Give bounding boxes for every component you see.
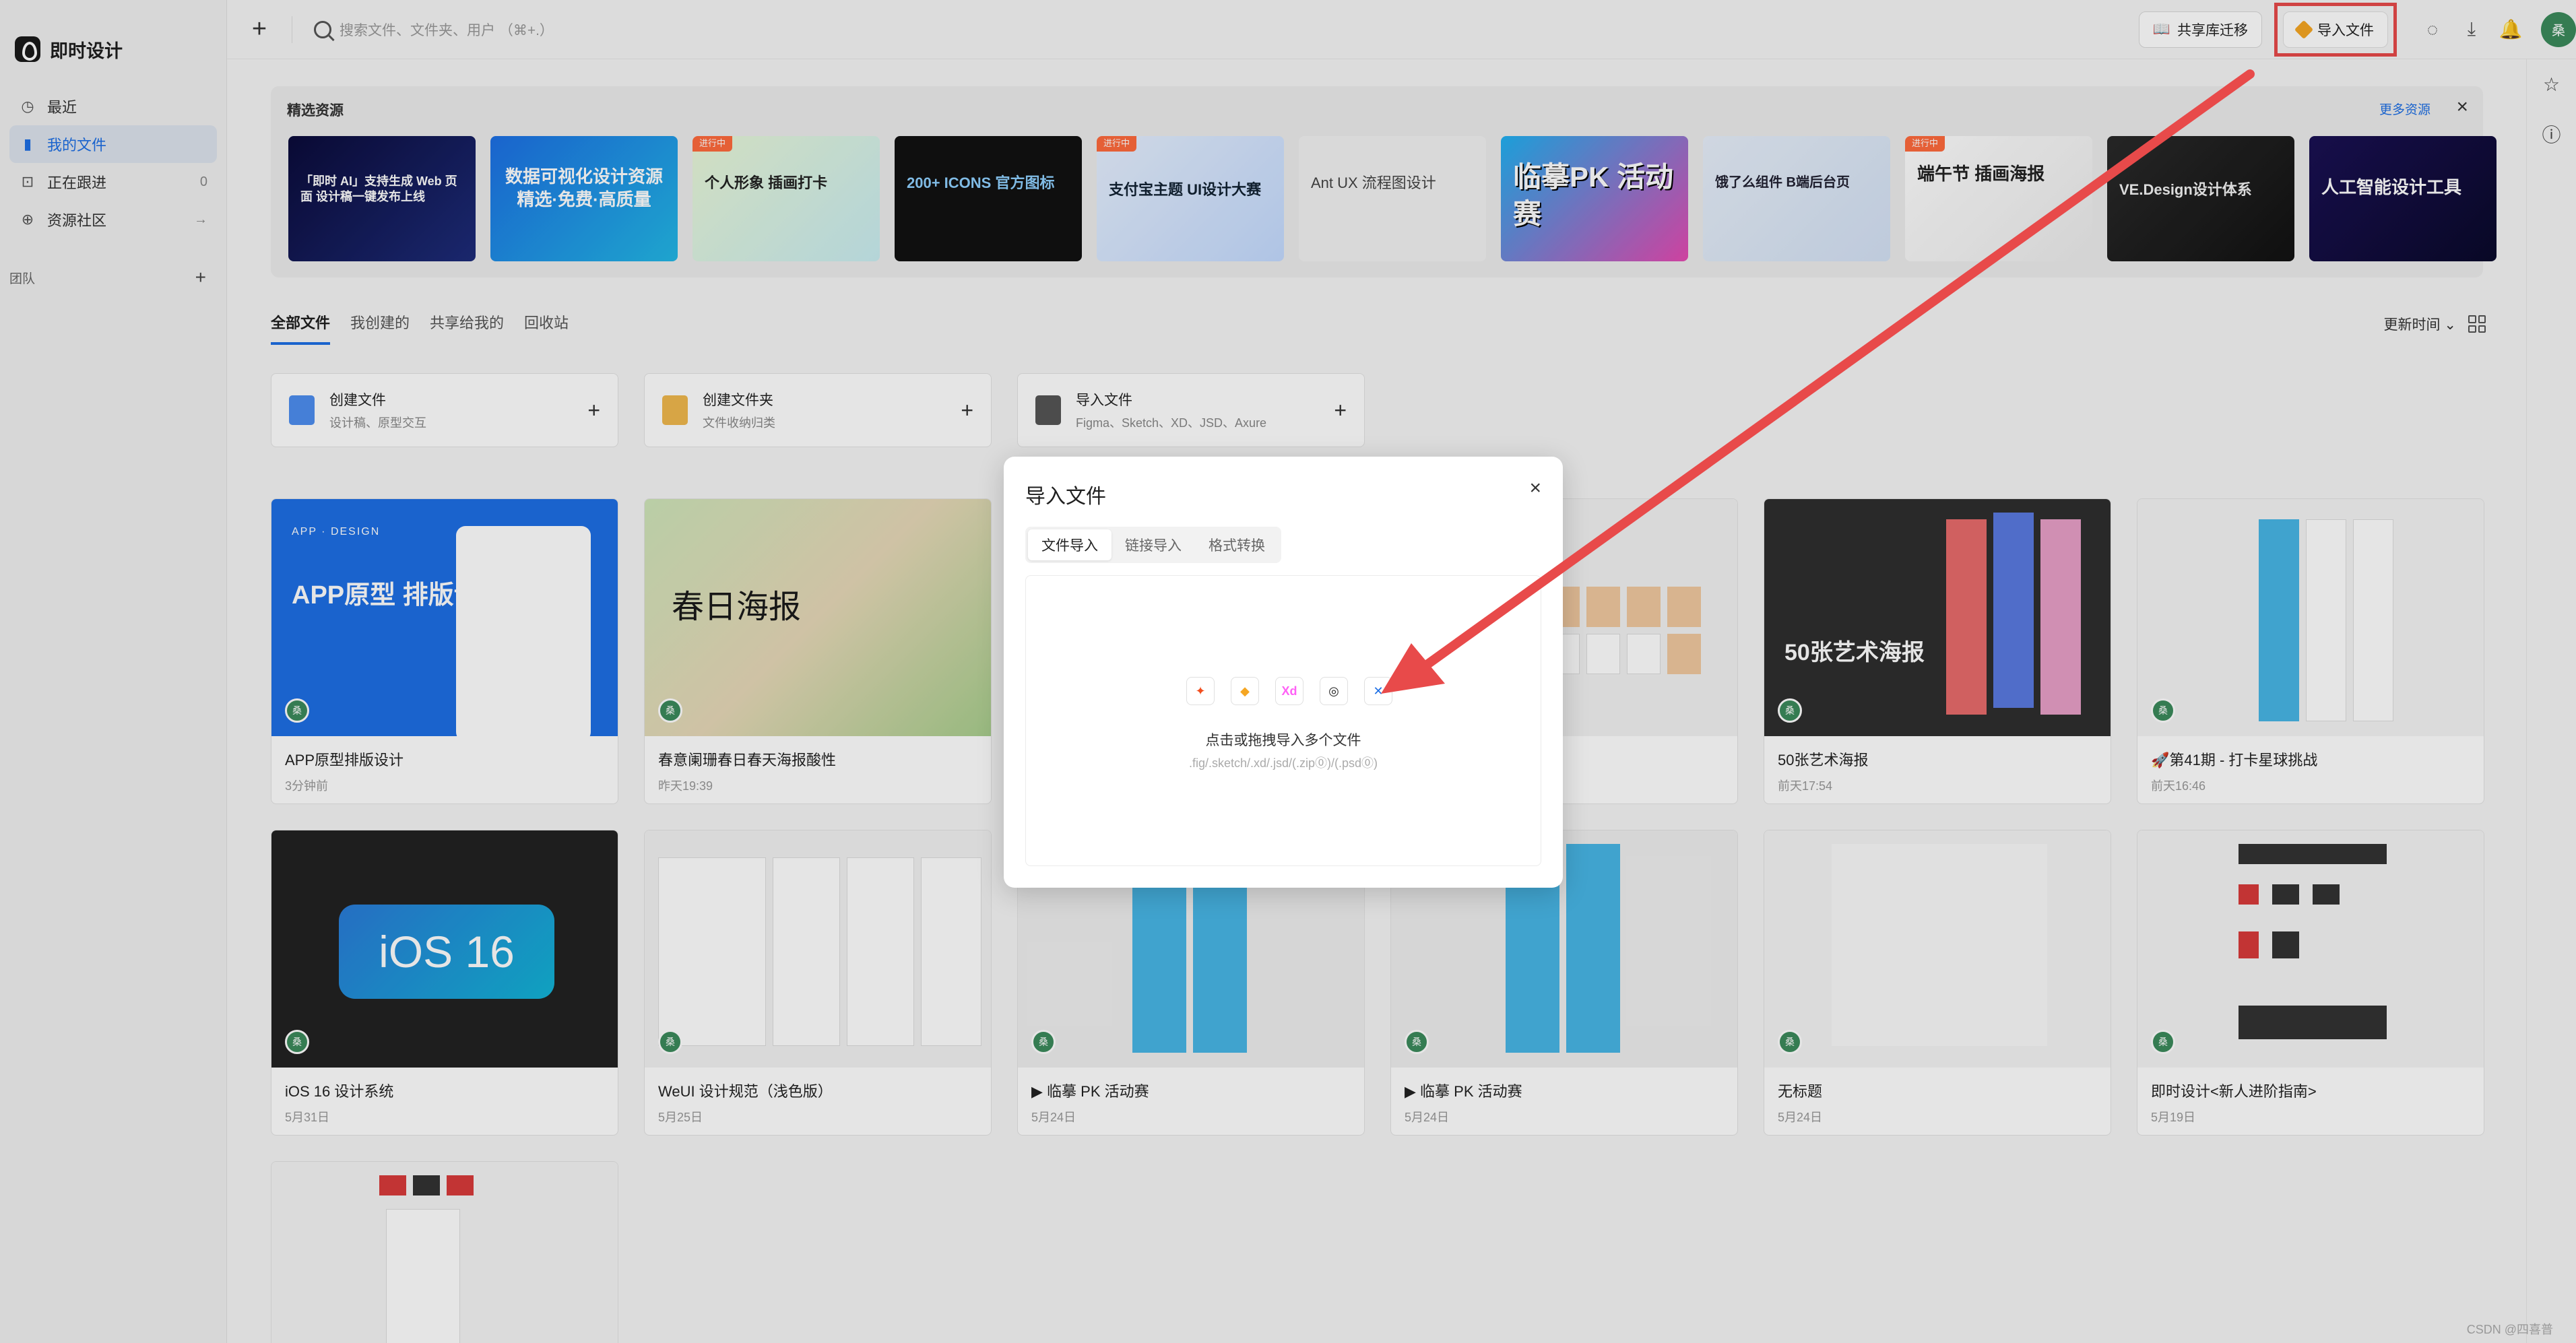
tab-file-import[interactable]: 文件导入 — [1028, 529, 1112, 560]
file-dropzone[interactable]: ✦ ◆ Xd ◎ ✕ 点击或拖拽导入多个文件 .fig/.sketch/.xd/… — [1025, 575, 1541, 866]
dialog-title: 导入文件 — [1025, 486, 1106, 508]
dialog-tabs: 文件导入 链接导入 格式转换 — [1025, 527, 1281, 563]
figma-icon: ✦ — [1186, 677, 1215, 705]
dropzone-label: 点击或拖拽导入多个文件 — [1205, 733, 1361, 748]
format-icons: ✦ ◆ Xd ◎ ✕ — [1186, 677, 1392, 705]
axure-icon: ✕ — [1364, 677, 1392, 705]
tab-format-convert[interactable]: 格式转换 — [1195, 529, 1279, 560]
sketch-icon: ◆ — [1231, 677, 1259, 705]
watermark: CSDN @四喜普 — [2466, 1323, 2553, 1336]
import-file-dialog: 导入文件 × 文件导入 链接导入 格式转换 ✦ ◆ Xd ◎ ✕ 点击或拖拽导入… — [1004, 457, 1563, 888]
xd-icon: Xd — [1275, 677, 1303, 705]
tab-link-import[interactable]: 链接导入 — [1112, 529, 1195, 560]
close-icon[interactable]: × — [1529, 477, 1541, 500]
dropzone-formats: .fig/.sketch/.xd/.jsd/(.zip⓪)/(.psd⓪) — [1188, 756, 1378, 770]
jsd-icon: ◎ — [1320, 677, 1348, 705]
